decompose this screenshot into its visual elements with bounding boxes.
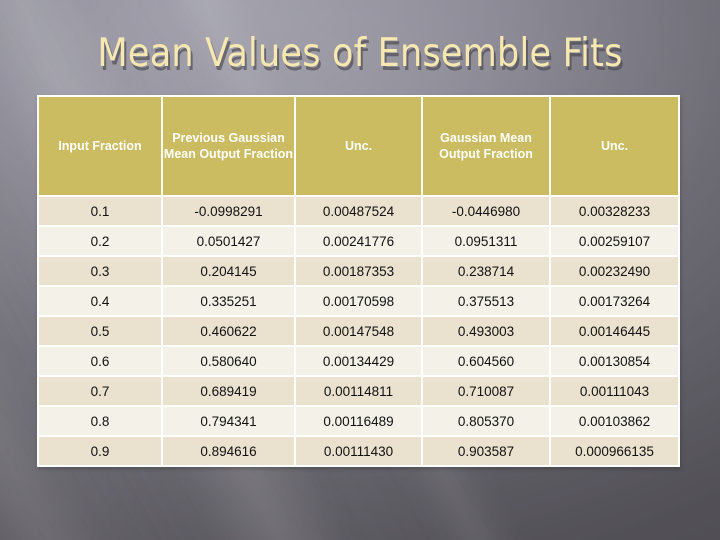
table-cell: 0.805370 — [423, 407, 549, 435]
table-cell: 0.00173264 — [551, 287, 678, 315]
table-row: 0.7 0.689419 0.00114811 0.710087 0.00111043 — [39, 377, 678, 405]
table-row: 0.5 0.460622 0.00147548 0.493003 0.00146445 — [39, 317, 678, 345]
results-table-container: Input Fraction Previous Gaussian Mean Ou… — [37, 95, 680, 467]
table-cell: 0.00114811 — [296, 377, 421, 405]
table-cell: 0.00134429 — [296, 347, 421, 375]
cell-input-fraction: 0.9 — [39, 437, 161, 465]
column-header-input-fraction: Input Fraction — [39, 97, 161, 195]
table-cell: 0.460622 — [163, 317, 294, 345]
table-cell: 0.580640 — [163, 347, 294, 375]
table-cell: 0.493003 — [423, 317, 549, 345]
table-body: 0.1 -0.0998291 0.00487524 -0.0446980 0.00328… — [39, 197, 678, 465]
cell-input-fraction: 0.2 — [39, 227, 161, 255]
table-row: 0.9 0.894616 0.00111430 0.903587 0.000966135 — [39, 437, 678, 465]
table-cell: -0.0446980 — [423, 197, 549, 225]
table-cell: 0.375513 — [423, 287, 549, 315]
table-cell: 0.903587 — [423, 437, 549, 465]
cell-input-fraction: 0.5 — [39, 317, 161, 345]
column-header-gaussian-mean-output-fraction: Gaussian Mean Output Fraction — [423, 97, 549, 195]
table-row: 0.2 0.0501427 0.00241776 0.0951311 0.0025910… — [39, 227, 678, 255]
table-cell: 0.335251 — [163, 287, 294, 315]
table-cell: 0.00259107 — [551, 227, 678, 255]
table-cell: 0.689419 — [163, 377, 294, 405]
slide-title: Mean Values of Ensemble Fits — [97, 31, 623, 76]
cell-input-fraction: 0.3 — [39, 257, 161, 285]
table-cell: 0.00103862 — [551, 407, 678, 435]
table-cell: 0.00130854 — [551, 347, 678, 375]
cell-input-fraction: 0.8 — [39, 407, 161, 435]
table-cell: -0.0998291 — [163, 197, 294, 225]
table-cell: 0.00116489 — [296, 407, 421, 435]
column-header-previous-unc: Unc. — [296, 97, 421, 195]
table-cell: 0.00170598 — [296, 287, 421, 315]
table-cell: 0.894616 — [163, 437, 294, 465]
table-cell: 0.0501427 — [163, 227, 294, 255]
table-header-row: Input Fraction Previous Gaussian Mean Ou… — [39, 97, 678, 195]
cell-input-fraction: 0.6 — [39, 347, 161, 375]
table-cell: 0.794341 — [163, 407, 294, 435]
table-row: 0.8 0.794341 0.00116489 0.805370 0.00103862 — [39, 407, 678, 435]
table-cell: 0.000966135 — [551, 437, 678, 465]
table-cell: 0.00241776 — [296, 227, 421, 255]
table-header: Input Fraction Previous Gaussian Mean Ou… — [39, 97, 678, 195]
cell-input-fraction: 0.1 — [39, 197, 161, 225]
table-cell: 0.00147548 — [296, 317, 421, 345]
results-table: Input Fraction Previous Gaussian Mean Ou… — [37, 95, 680, 467]
table-cell: 0.00146445 — [551, 317, 678, 345]
cell-input-fraction: 0.7 — [39, 377, 161, 405]
table-cell: 0.00487524 — [296, 197, 421, 225]
column-header-previous-gaussian-mean-output-fraction: Previous Gaussian Mean Output Fraction — [163, 97, 294, 195]
table-cell: 0.604560 — [423, 347, 549, 375]
column-header-unc: Unc. — [551, 97, 678, 195]
cell-input-fraction: 0.4 — [39, 287, 161, 315]
table-row: 0.1 -0.0998291 0.00487524 -0.0446980 0.00328… — [39, 197, 678, 225]
table-cell: 0.238714 — [423, 257, 549, 285]
table-row: 0.3 0.204145 0.00187353 0.238714 0.00232490 — [39, 257, 678, 285]
table-cell: 0.00328233 — [551, 197, 678, 225]
slide: Mean Values of Ensemble Fits Input Fract… — [0, 0, 720, 540]
table-cell: 0.0951311 — [423, 227, 549, 255]
table-cell: 0.00111043 — [551, 377, 678, 405]
table-cell: 0.204145 — [163, 257, 294, 285]
table-row: 0.6 0.580640 0.00134429 0.604560 0.00130854 — [39, 347, 678, 375]
table-cell: 0.00187353 — [296, 257, 421, 285]
table-cell: 0.710087 — [423, 377, 549, 405]
table-cell: 0.00232490 — [551, 257, 678, 285]
table-cell: 0.00111430 — [296, 437, 421, 465]
table-row: 0.4 0.335251 0.00170598 0.375513 0.00173264 — [39, 287, 678, 315]
